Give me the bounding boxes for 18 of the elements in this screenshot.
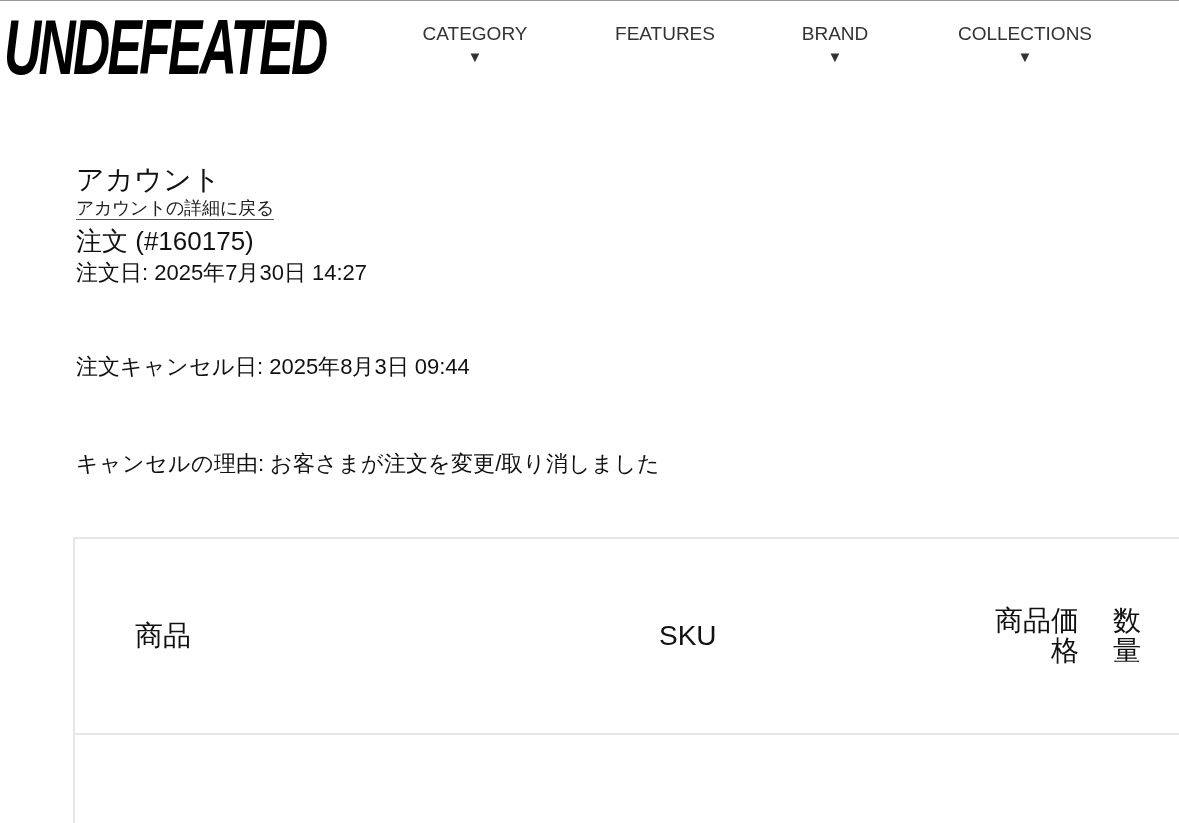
order-title: 注文 (#160175) <box>76 225 255 258</box>
column-header: SKU <box>659 621 718 651</box>
nav-link[interactable]: FEATURES <box>550 23 780 65</box>
back-link[interactable]: アカウントの詳細に戻る <box>76 197 274 220</box>
cancel-date: 注文キャンセル日: 2025年8月3日 09:44 <box>76 353 471 381</box>
column-header: 商品価格 <box>994 606 1079 666</box>
cancel-reason: キャンセルの理由: お客さまが注文を変更/取り消しました <box>76 450 662 478</box>
nav-link[interactable]: CATEGORY ▼ <box>400 23 550 65</box>
column-header: 数量 <box>1113 606 1141 666</box>
order-date: 注文日: 2025年7月30日 14:27 <box>76 259 369 287</box>
nav-link[interactable]: COLLECTIONS ▼ <box>890 23 1160 65</box>
caret-icon: ▼ <box>1017 49 1033 65</box>
logo[interactable]: UNDEFEATED <box>4 15 326 79</box>
column-header: 商品 <box>135 621 192 651</box>
page-title: アカウント <box>76 163 222 197</box>
caret-icon: ▼ <box>827 49 843 65</box>
caret-icon: ▼ <box>467 49 483 65</box>
nav-link[interactable]: BRAND ▼ <box>780 23 890 65</box>
